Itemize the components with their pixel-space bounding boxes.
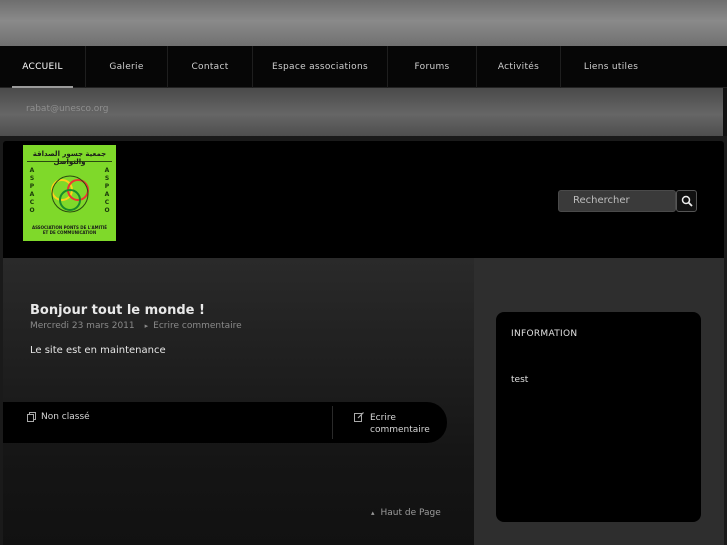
- search-icon: [681, 195, 693, 207]
- contact-email[interactable]: rabat@unesco.org: [26, 104, 109, 114]
- chevron-up-icon: ▴: [371, 509, 375, 517]
- post-title[interactable]: Bonjour tout le monde !: [30, 303, 205, 318]
- top-banner: [0, 0, 727, 46]
- widget-text: test: [511, 375, 529, 385]
- write-comment-link[interactable]: Ecrire commentaire: [354, 412, 430, 436]
- post-category[interactable]: Non classé: [27, 412, 90, 422]
- site-header: جمعية جسور الصداقة والتواصل ASPACO ASPAC…: [3, 141, 724, 258]
- logo-rings-icon: [51, 175, 89, 213]
- info-bar: rabat@unesco.org: [0, 88, 727, 136]
- logo-caption: ASSOCIATION PONTS DE L'AMITIÉ ET DE COMM…: [31, 225, 108, 235]
- main-content: Bonjour tout le monde ! Mercredi 23 mars…: [3, 258, 474, 545]
- logo-vertical-left: ASPACO: [29, 167, 35, 214]
- info-bar-edge: [723, 88, 727, 136]
- site-logo[interactable]: جمعية جسور الصداقة والتواصل ASPACO ASPAC…: [23, 145, 116, 241]
- footer-divider: [332, 406, 333, 439]
- nav-item-accueil[interactable]: ACCUEIL: [0, 46, 86, 88]
- nav-item-contact[interactable]: Contact: [168, 46, 253, 88]
- post-date: Mercredi 23 mars 2011: [30, 321, 135, 331]
- post-footer: Non classé Ecrire commentaire: [3, 402, 447, 443]
- search-input[interactable]: Rechercher: [558, 190, 676, 212]
- widget-title: INFORMATION: [511, 329, 578, 339]
- category-icon: [27, 412, 36, 422]
- back-to-top-link[interactable]: ▴ Haut de Page: [371, 508, 441, 518]
- logo-arabic-text: جمعية جسور الصداقة والتواصل: [27, 150, 112, 166]
- write-comment-label: Ecrire commentaire: [370, 413, 430, 435]
- nav-item-galerie[interactable]: Galerie: [86, 46, 168, 88]
- nav-item-liens-utiles[interactable]: Liens utiles: [561, 46, 661, 88]
- category-label: Non classé: [41, 412, 90, 422]
- information-widget: INFORMATION test: [496, 312, 701, 522]
- search-button[interactable]: [676, 190, 697, 212]
- post-comment-meta[interactable]: ▸ Ecrire commentaire: [145, 321, 242, 331]
- nav-item-forums[interactable]: Forums: [388, 46, 477, 88]
- logo-vertical-right: ASPACO: [104, 167, 110, 214]
- chevron-right-icon: ▸: [144, 322, 149, 330]
- edit-icon: [354, 412, 364, 422]
- nav-item-activites[interactable]: Activités: [477, 46, 561, 88]
- nav-item-espace-associations[interactable]: Espace associations: [253, 46, 388, 88]
- post-body: Le site est en maintenance: [30, 345, 166, 356]
- main-navigation: ACCUEIL Galerie Contact Espace associati…: [0, 46, 727, 88]
- post-meta: Mercredi 23 mars 2011 ▸ Ecrire commentair…: [30, 321, 242, 331]
